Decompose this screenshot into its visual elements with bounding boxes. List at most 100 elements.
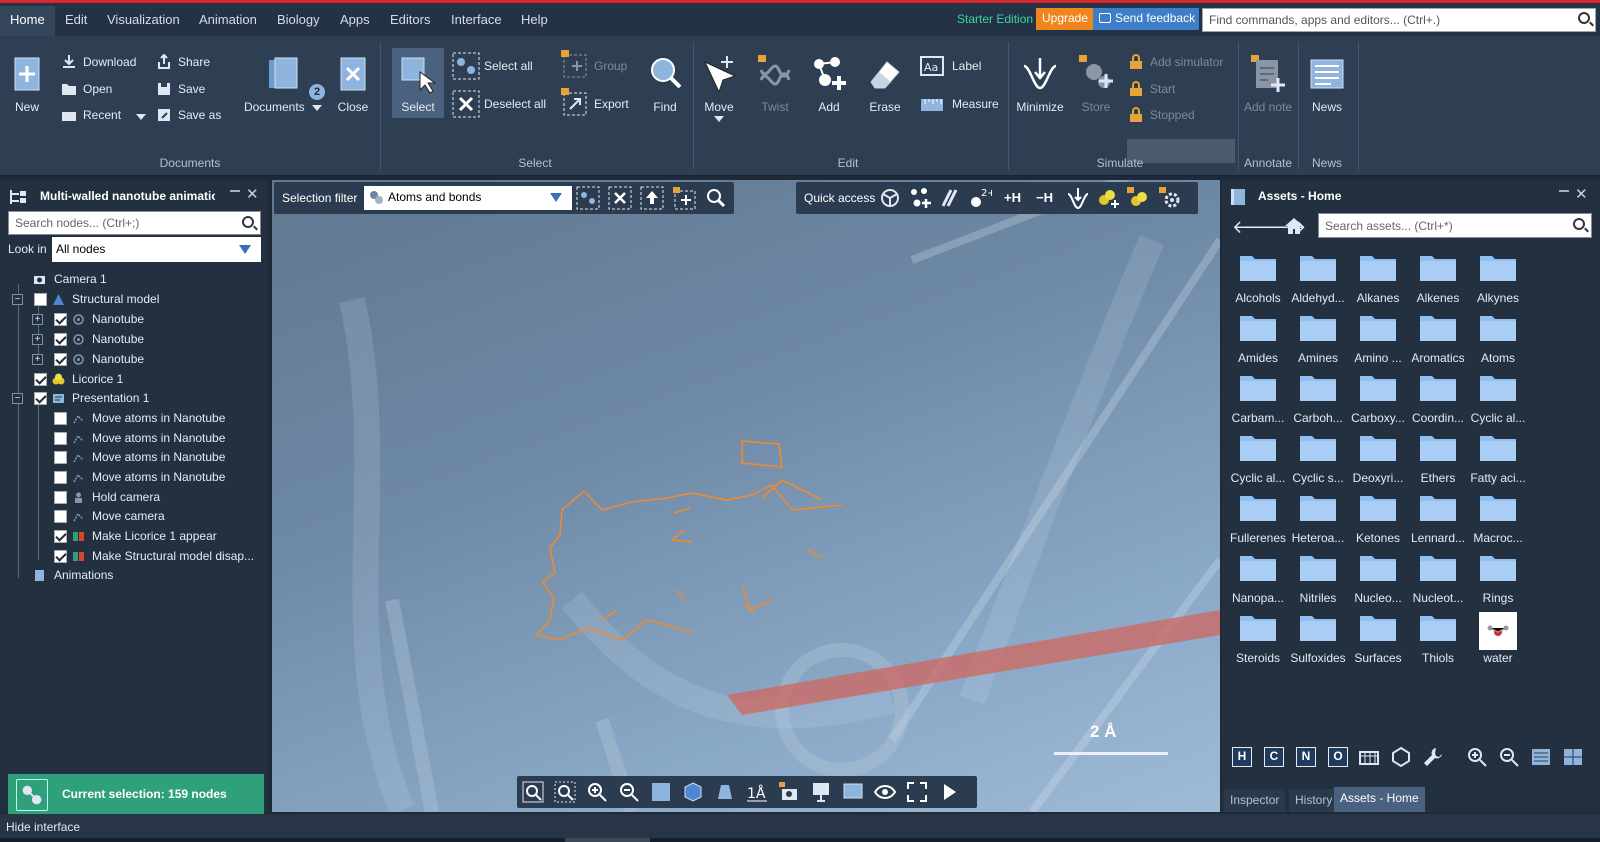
menu-visualization[interactable]: Visualization bbox=[107, 12, 180, 27]
periodic-table-icon[interactable] bbox=[1358, 746, 1380, 768]
search-icon[interactable] bbox=[1578, 12, 1590, 24]
add-hydrogens-button[interactable]: +H bbox=[1004, 190, 1021, 205]
asset-folder[interactable]: Lennard... bbox=[1408, 492, 1468, 545]
nitrogen-button[interactable]: N bbox=[1296, 747, 1316, 767]
group-button[interactable]: Group bbox=[560, 50, 627, 78]
grid-view-icon[interactable] bbox=[1562, 746, 1584, 768]
zoom-in-icon[interactable] bbox=[1466, 746, 1488, 768]
presentation-icon[interactable] bbox=[810, 781, 832, 803]
close-button[interactable]: Close bbox=[334, 54, 372, 114]
recent-button[interactable]: Recent bbox=[61, 106, 121, 124]
zoom-in-icon[interactable] bbox=[586, 781, 608, 803]
deselect-all-button[interactable]: Deselect all bbox=[452, 90, 546, 118]
remove-hydrogens-button[interactable]: −H bbox=[1036, 190, 1053, 205]
current-selection-button[interactable]: Current selection: 159 nodes bbox=[8, 774, 264, 816]
asset-folder[interactable]: Aldehyd... bbox=[1288, 252, 1348, 305]
asset-folder[interactable]: Nucleot... bbox=[1408, 552, 1468, 605]
collapse-icon[interactable]: − bbox=[12, 294, 23, 305]
close-icon[interactable]: ✕ bbox=[246, 185, 259, 203]
oxygen-button[interactable]: O bbox=[1328, 747, 1348, 767]
menu-home[interactable]: Home bbox=[0, 6, 55, 36]
open-button[interactable]: Open bbox=[61, 80, 112, 98]
settings-lock-icon[interactable] bbox=[1158, 186, 1182, 210]
viewport-3d[interactable]: Selection filter Atoms and bonds Quick a… bbox=[272, 180, 1220, 812]
asset-folder[interactable]: Amides bbox=[1228, 312, 1288, 365]
menu-biology[interactable]: Biology bbox=[277, 12, 320, 27]
cube-view-icon[interactable] bbox=[682, 781, 704, 803]
zoom-out-icon[interactable] bbox=[618, 781, 640, 803]
start-button[interactable]: Start bbox=[1128, 80, 1175, 98]
erase-button[interactable]: Erase bbox=[864, 54, 906, 114]
asset-folder[interactable]: Surfaces bbox=[1348, 612, 1408, 665]
find-icon[interactable] bbox=[704, 186, 728, 210]
asset-folder[interactable]: Ketones bbox=[1348, 492, 1408, 545]
deselect-icon[interactable] bbox=[608, 186, 632, 210]
asset-folder[interactable]: Fatty aci... bbox=[1468, 432, 1528, 485]
asset-folder[interactable]: Carboxy... bbox=[1348, 372, 1408, 425]
visibility-checkbox[interactable] bbox=[54, 510, 67, 523]
minimize-icon[interactable] bbox=[1066, 186, 1090, 210]
asset-folder[interactable]: Atoms bbox=[1468, 312, 1528, 365]
asset-folder[interactable]: Cyclic al... bbox=[1228, 432, 1288, 485]
steering-wheel-icon[interactable] bbox=[878, 186, 902, 210]
close-icon[interactable]: ✕ bbox=[1575, 185, 1588, 203]
recent-dropdown-icon[interactable] bbox=[136, 114, 146, 120]
visibility-checkbox[interactable] bbox=[54, 491, 67, 504]
angstrom-units-icon[interactable]: 1Å bbox=[746, 781, 768, 803]
asset-folder[interactable]: Carboh... bbox=[1288, 372, 1348, 425]
group-lock-icon[interactable] bbox=[672, 186, 696, 210]
home-icon[interactable] bbox=[1284, 216, 1304, 236]
asset-folder[interactable]: Heteroa... bbox=[1288, 492, 1348, 545]
minimize-button[interactable]: Minimize bbox=[1012, 54, 1068, 114]
zoom-fit-icon[interactable] bbox=[522, 781, 544, 803]
node-search-input[interactable] bbox=[8, 211, 261, 235]
hydrogen-button[interactable]: H bbox=[1232, 747, 1252, 767]
visibility-checkbox[interactable] bbox=[54, 432, 67, 445]
menu-apps[interactable]: Apps bbox=[340, 12, 370, 27]
tab-inspector[interactable]: Inspector bbox=[1224, 789, 1286, 812]
asset-folder[interactable]: Macroc... bbox=[1468, 492, 1528, 545]
add-simulator-button[interactable]: Add simulator bbox=[1128, 53, 1223, 71]
search-icon[interactable] bbox=[1573, 218, 1585, 230]
look-in-select[interactable]: All nodes bbox=[52, 237, 261, 262]
collapse-icon[interactable]: − bbox=[12, 393, 23, 404]
label-button[interactable]: Aa Label bbox=[920, 56, 981, 76]
asset-folder[interactable]: Rings bbox=[1468, 552, 1528, 605]
play-icon[interactable] bbox=[938, 781, 960, 803]
visibility-checkbox[interactable] bbox=[34, 392, 47, 405]
asset-folder[interactable]: Sulfoxides bbox=[1288, 612, 1348, 665]
hide-interface-button[interactable]: Hide interface bbox=[6, 820, 80, 834]
selection-filter-select[interactable]: Atoms and bonds bbox=[364, 186, 572, 210]
zoom-selection-icon[interactable] bbox=[554, 781, 576, 803]
asset-folder[interactable]: Nitriles bbox=[1288, 552, 1348, 605]
asset-folder[interactable]: Fullerenes bbox=[1228, 492, 1288, 545]
visibility-checkbox[interactable] bbox=[54, 353, 67, 366]
add-note-button[interactable]: Add note bbox=[1240, 54, 1296, 114]
store-button[interactable]: Store bbox=[1074, 54, 1118, 114]
save-button[interactable]: Save bbox=[156, 80, 205, 98]
visibility-checkbox[interactable] bbox=[54, 451, 67, 464]
asset-folder[interactable]: Alkynes bbox=[1468, 252, 1528, 305]
asset-folder[interactable]: Aromatics bbox=[1408, 312, 1468, 365]
select-all-icon[interactable] bbox=[576, 186, 600, 210]
expand-icon[interactable]: + bbox=[32, 354, 43, 365]
asset-folder[interactable]: Nucleo... bbox=[1348, 552, 1408, 605]
charge-icon[interactable]: 2+ bbox=[968, 186, 992, 210]
asset-folder[interactable]: Ethers bbox=[1408, 432, 1468, 485]
menu-edit[interactable]: Edit bbox=[65, 12, 87, 27]
export-button[interactable]: Export bbox=[560, 88, 629, 116]
eye-icon[interactable] bbox=[874, 781, 896, 803]
camera-lock-icon[interactable] bbox=[778, 781, 800, 803]
asset-folder[interactable]: Alkenes bbox=[1408, 252, 1468, 305]
select-parent-icon[interactable] bbox=[640, 186, 664, 210]
bonds-icon[interactable] bbox=[938, 186, 962, 210]
add-button[interactable]: Add bbox=[808, 54, 850, 114]
asset-folder[interactable]: Deoxyri... bbox=[1348, 432, 1408, 485]
expand-icon[interactable]: + bbox=[32, 314, 43, 325]
asset-folder[interactable]: Carbam... bbox=[1228, 372, 1288, 425]
asset-folder[interactable]: Thiols bbox=[1408, 612, 1468, 665]
upgrade-button[interactable]: Upgrade bbox=[1036, 8, 1095, 30]
news-button[interactable]: News bbox=[1304, 54, 1350, 114]
visibility-checkbox[interactable] bbox=[54, 412, 67, 425]
background-icon[interactable] bbox=[650, 781, 672, 803]
